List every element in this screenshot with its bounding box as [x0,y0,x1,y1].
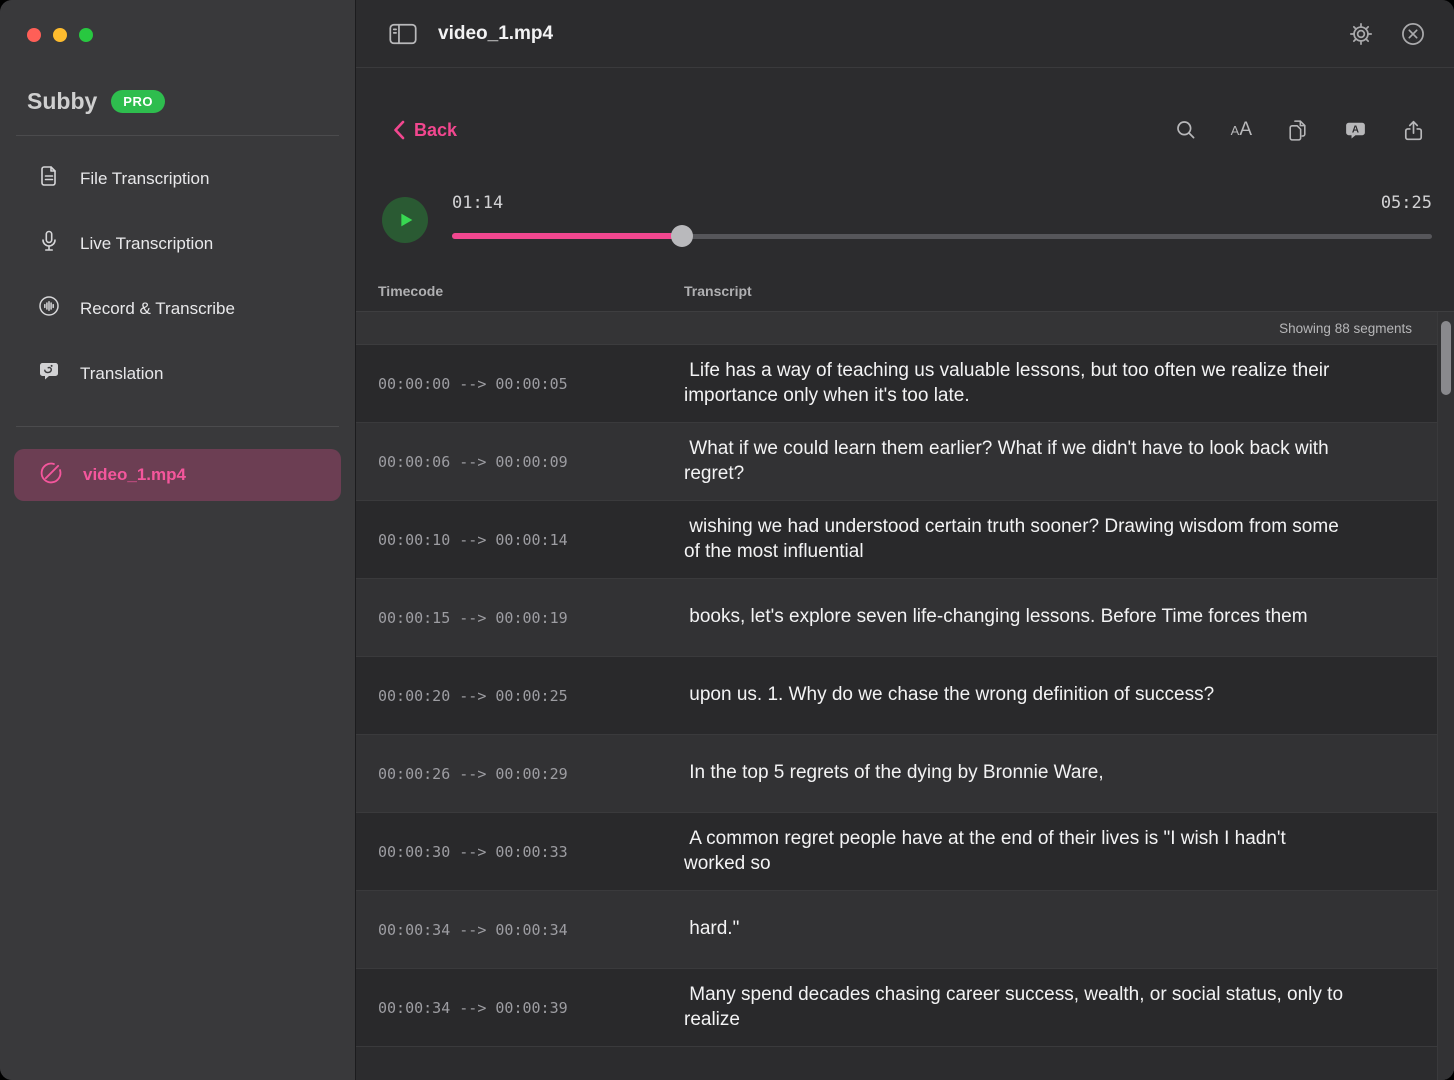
app-window: Subby PRO File Transcription [0,0,1454,1080]
segments-table: Showing 88 segments 00:00:00 --> 00:00:0… [356,312,1454,1080]
segment-timecode: 00:00:34 --> 00:00:34 [356,921,684,939]
close-window-button[interactable] [27,28,41,42]
segment-text: Many spend decades chasing career succes… [684,983,1454,1032]
scrollbar-thumb[interactable] [1441,321,1451,395]
sidebar-item-live-transcription[interactable]: Live Transcription [0,211,355,276]
segment-timecode: 00:00:00 --> 00:00:05 [356,375,684,393]
compose-circle-icon [38,460,64,491]
close-document-button[interactable] [1396,17,1430,51]
table-row[interactable]: 00:00:00 --> 00:00:05 Life has a way of … [356,345,1454,423]
sidebar-file-label: video_1.mp4 [83,465,186,485]
translate-bubble-icon [37,359,61,388]
time-row: 01:14 05:25 [452,193,1432,213]
slider-thumb[interactable] [671,225,693,247]
caption-button[interactable]: A [1343,118,1368,143]
table-header: Timecode Transcript [356,270,1454,312]
title-bar: video_1.mp4 [356,0,1454,68]
back-button[interactable]: Back [392,120,457,141]
settings-gear-button[interactable] [1344,17,1378,51]
file-text-icon [37,164,61,193]
play-button[interactable] [382,197,428,243]
column-header-timecode: Timecode [356,283,684,299]
segment-timecode: 00:00:10 --> 00:00:14 [356,531,684,549]
segment-text: Life has a way of teaching us valuable l… [684,359,1454,408]
main-panel: video_1.mp4 Ba [356,0,1454,1080]
sidebar-item-label: File Transcription [80,169,209,189]
sidebar-item-translation[interactable]: Translation [0,341,355,406]
zoom-window-button[interactable] [79,28,93,42]
table-row[interactable]: 00:00:26 --> 00:00:29 In the top 5 regre… [356,735,1454,813]
segment-timecode: 00:00:15 --> 00:00:19 [356,609,684,627]
document-title: video_1.mp4 [438,23,553,45]
table-row[interactable]: 00:00:30 --> 00:00:33 A common regret pe… [356,813,1454,891]
table-row-partial [356,1047,1454,1080]
segment-text: wishing we had understood certain truth … [684,515,1454,564]
table-row[interactable]: 00:00:20 --> 00:00:25 upon us. 1. Why do… [356,657,1454,735]
caption-bubble-icon: A [1343,118,1368,143]
copy-icon [1285,118,1310,143]
table-row[interactable]: 00:00:34 --> 00:00:34 hard." [356,891,1454,969]
table-row[interactable]: 00:00:06 --> 00:00:09 What if we could l… [356,423,1454,501]
svg-text:A: A [1352,124,1359,135]
copy-button[interactable] [1285,118,1310,143]
toolbar: Back AA [356,68,1454,164]
minimize-window-button[interactable] [53,28,67,42]
text-size-button[interactable]: AA [1231,119,1252,141]
segment-timecode: 00:00:26 --> 00:00:29 [356,765,684,783]
segments-count: Showing 88 segments [356,312,1454,345]
segment-text: In the top 5 regrets of the dying by Bro… [684,761,1454,786]
segment-text: books, let's explore seven life-changing… [684,605,1454,630]
player-controls: 01:14 05:25 [452,193,1432,247]
share-button[interactable] [1401,118,1426,143]
column-header-transcript: Transcript [684,283,752,299]
segment-text: upon us. 1. Why do we chase the wrong de… [684,683,1454,708]
app-name: Subby [27,88,97,115]
current-time: 01:14 [452,193,503,213]
toolbar-icons: AA A [1174,118,1426,143]
segment-timecode: 00:00:34 --> 00:00:39 [356,999,684,1017]
chevron-left-icon [392,120,406,140]
table-row[interactable]: 00:00:15 --> 00:00:19 books, let's explo… [356,579,1454,657]
sidebar-item-label: Record & Transcribe [80,299,235,319]
sidebar-item-label: Live Transcription [80,234,213,254]
pro-badge: PRO [111,90,165,113]
play-icon [394,209,416,231]
sidebar-item-label: Translation [80,364,163,384]
table-row[interactable]: 00:00:10 --> 00:00:14 wishing we had und… [356,501,1454,579]
sidebar-item-video-file[interactable]: video_1.mp4 [14,449,341,501]
total-time: 05:25 [1381,193,1432,213]
record-waveform-icon [37,294,61,323]
sidebar-nav: File Transcription Live Transcription [0,136,355,406]
segment-timecode: 00:00:20 --> 00:00:25 [356,687,684,705]
app-brand: Subby PRO [0,42,355,115]
sidebar-item-record-transcribe[interactable]: Record & Transcribe [0,276,355,341]
sidebar: Subby PRO File Transcription [0,0,356,1080]
slider-progress-fill [452,233,682,239]
table-row[interactable]: 00:00:34 --> 00:00:39 Many spend decades… [356,969,1454,1047]
media-player: 01:14 05:25 [356,164,1454,270]
sidebar-divider [16,426,339,427]
segment-text: What if we could learn them earlier? Wha… [684,437,1454,486]
traffic-lights [0,0,355,42]
microphone-icon [37,229,61,258]
search-button[interactable] [1174,118,1198,142]
segment-timecode: 00:00:30 --> 00:00:33 [356,843,684,861]
segment-text: A common regret people have at the end o… [684,827,1454,876]
seek-slider[interactable] [452,225,1432,247]
scrollbar-track[interactable] [1437,312,1454,1080]
text-size-icon: AA [1231,119,1252,141]
segment-text: hard." [684,917,1454,942]
sidebar-item-file-transcription[interactable]: File Transcription [0,146,355,211]
share-icon [1401,118,1426,143]
back-label: Back [414,120,457,141]
search-icon [1174,118,1198,142]
segment-timecode: 00:00:06 --> 00:00:09 [356,453,684,471]
sidebar-toggle-button[interactable] [384,17,422,51]
